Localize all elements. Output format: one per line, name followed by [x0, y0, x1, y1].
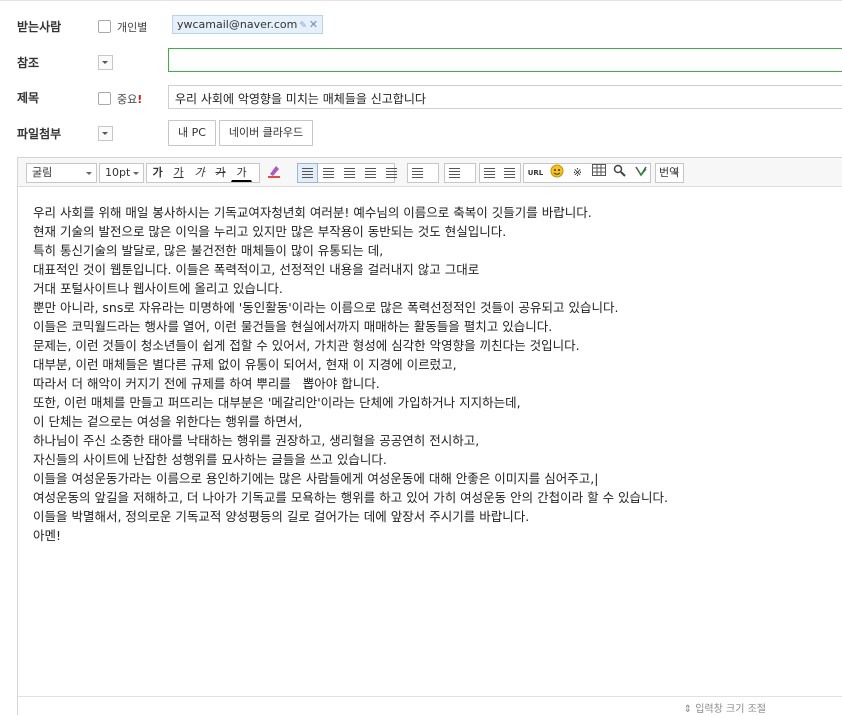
important-checkbox[interactable] — [98, 92, 111, 105]
body-line: 아멘! — [33, 528, 62, 543]
font-color-button[interactable]: 가 — [231, 163, 252, 182]
subject-label: 제목 — [17, 91, 40, 105]
remove-chip-icon[interactable]: ✕ — [309, 18, 318, 31]
individual-checkbox[interactable] — [98, 20, 111, 33]
font-family-select[interactable]: 굴림 — [26, 163, 97, 183]
body-line: 문제는, 이런 것들이 청소년들이 쉽게 접할 수 있어서, 가치관 형성에 심… — [33, 338, 580, 353]
align-center-icon[interactable] — [318, 163, 339, 183]
body-line: 여성운동의 앞길을 저해하고, 더 나아가 기독교를 모욕하는 행위를 하고 있… — [33, 490, 669, 505]
italic-button[interactable]: 가 — [189, 163, 210, 183]
cc-label: 참조 — [17, 56, 40, 70]
recipient-label: 받는사람 — [17, 20, 62, 34]
align-left-icon[interactable] — [297, 163, 318, 183]
font-size-select[interactable]: 10pt — [99, 163, 144, 183]
body-line: 따라서 더 해악이 커지기 전에 규제를 하여 뿌리를 뽑아야 합니다. — [33, 376, 380, 391]
my-pc-button[interactable]: 내 PC — [168, 120, 216, 146]
strikethrough-button[interactable]: 가 — [210, 163, 231, 183]
naver-cloud-button[interactable]: 네이버 클라우드 — [219, 120, 313, 146]
body-line: 또한, 이런 매체를 만들고 퍼뜨리는 대부분은 '메갈리안'이라는 단체에 가… — [33, 395, 521, 410]
edit-pencil-icon[interactable]: ✎ — [299, 21, 307, 31]
emoticon-icon[interactable] — [546, 163, 567, 183]
body-line: 대표적인 것이 웹툰입니다. 이들은 폭력적이고, 선정적인 내용을 걸러내지 … — [33, 262, 480, 277]
cc-dropdown-icon[interactable] — [98, 55, 113, 70]
important-label: 중요! — [117, 93, 143, 106]
underline-button[interactable]: 가 — [168, 163, 189, 183]
subject-input[interactable]: 우리 사회에 악영향을 미치는 매체들을 신고합니다 — [168, 85, 842, 109]
find-icon[interactable] — [609, 163, 630, 183]
body-line: 이 단체는 겉으로는 여성을 위한다는 행위를 하면서, — [33, 414, 303, 429]
editor-body[interactable]: 우리 사회를 위해 매일 봉사하시는 기독교여자청년회 여러분! 예수님의 이름… — [33, 203, 668, 545]
align-right-icon[interactable] — [339, 163, 360, 183]
body-line: 현재 기술의 발전으로 많은 이익을 누리고 있지만 많은 부작용이 동반되는 … — [33, 224, 507, 239]
bold-button[interactable]: 가 — [147, 163, 168, 183]
attachment-label: 파일첨부 — [17, 127, 62, 141]
body-line: 이들을 여성운동가라는 이름으로 용인하기에는 많은 사람들에게 여성운동에 대… — [33, 471, 599, 486]
subject-value: 우리 사회에 악영향을 미치는 매체들을 신고합니다 — [175, 92, 426, 106]
editor: 굴림 10pt 가 가 가 가 가 URL ※ 번역 우리 사회를 위해 매일 … — [17, 157, 842, 715]
numbered-list-icon[interactable] — [407, 163, 428, 183]
bullet-list-icon[interactable] — [444, 163, 465, 183]
body-line: 대부분, 이런 매체들은 별다른 규제 없이 유통이 되어서, 현재 이 지경에… — [33, 357, 457, 372]
body-line: 뿐만 아니라, sns로 자유라는 미명하에 '동인활동'이라는 이름으로 많은… — [33, 300, 619, 315]
body-line: 우리 사회를 위해 매일 봉사하시는 기독교여자청년회 여러분! 예수님의 이름… — [33, 205, 592, 220]
cc-input[interactable] — [168, 48, 842, 72]
recipient-field[interactable]: ywcamail@naver.com ✎ ✕ — [168, 13, 842, 35]
body-line: 하나님이 주신 소중한 태아를 낙태하는 행위를 권장하고, 생리혈을 공공연히… — [33, 433, 480, 448]
outdent-icon[interactable] — [479, 163, 500, 183]
translate-button[interactable]: 번역 — [655, 163, 684, 183]
cc-row: 참조 — [0, 46, 842, 76]
body-line: 이들은 코믹월드라는 행사를 열어, 이런 물건들을 현실에서까지 매매하는 활… — [33, 319, 553, 334]
align-justify-icon[interactable] — [360, 163, 381, 183]
attachment-dropdown-icon[interactable] — [98, 126, 113, 141]
body-line: 이들을 박멸해서, 정의로운 기독교적 양성평등의 길로 걸어가는 데에 앞장서… — [33, 509, 530, 524]
line-height-icon[interactable] — [381, 163, 402, 183]
individual-label: 개인별 — [117, 21, 148, 34]
subject-row: 제목 중요! 우리 사회에 악영향을 미치는 매체들을 신고합니다 — [0, 82, 842, 112]
recipient-row: 받는사람 개인별 ywcamail@naver.com ✎ ✕ — [0, 10, 842, 40]
important-mark: ! — [137, 93, 143, 106]
body-line: 거대 포털사이트나 웹사이트에 올리고 있습니다. — [33, 281, 283, 296]
top-divider — [0, 0, 842, 1]
editor-toolbar: 굴림 10pt 가 가 가 가 가 URL ※ 번역 — [18, 158, 842, 187]
attachment-row: 파일첨부 내 PC 네이버 클라우드 — [0, 118, 842, 150]
resize-bar[interactable]: ⇕ 입력창 크기 조절 — [18, 696, 842, 715]
indent-icon[interactable] — [499, 163, 520, 183]
recipient-chip-email: ywcamail@naver.com — [177, 18, 298, 31]
recipient-chip[interactable]: ywcamail@naver.com ✎ ✕ — [172, 15, 324, 34]
highlight-color-icon[interactable] — [263, 163, 284, 183]
special-char-icon[interactable]: ※ — [567, 163, 588, 183]
body-line: 자신들의 사이트에 난잡한 성행위를 묘사하는 글들을 쓰고 있습니다. — [33, 452, 387, 467]
spellcheck-icon[interactable] — [630, 163, 651, 183]
table-icon[interactable] — [588, 163, 609, 183]
body-line: 특히 통신기술의 발달로, 많은 불건전한 매체들이 많이 유통되는 데, — [33, 243, 384, 258]
url-link-icon[interactable]: URL — [525, 163, 546, 183]
